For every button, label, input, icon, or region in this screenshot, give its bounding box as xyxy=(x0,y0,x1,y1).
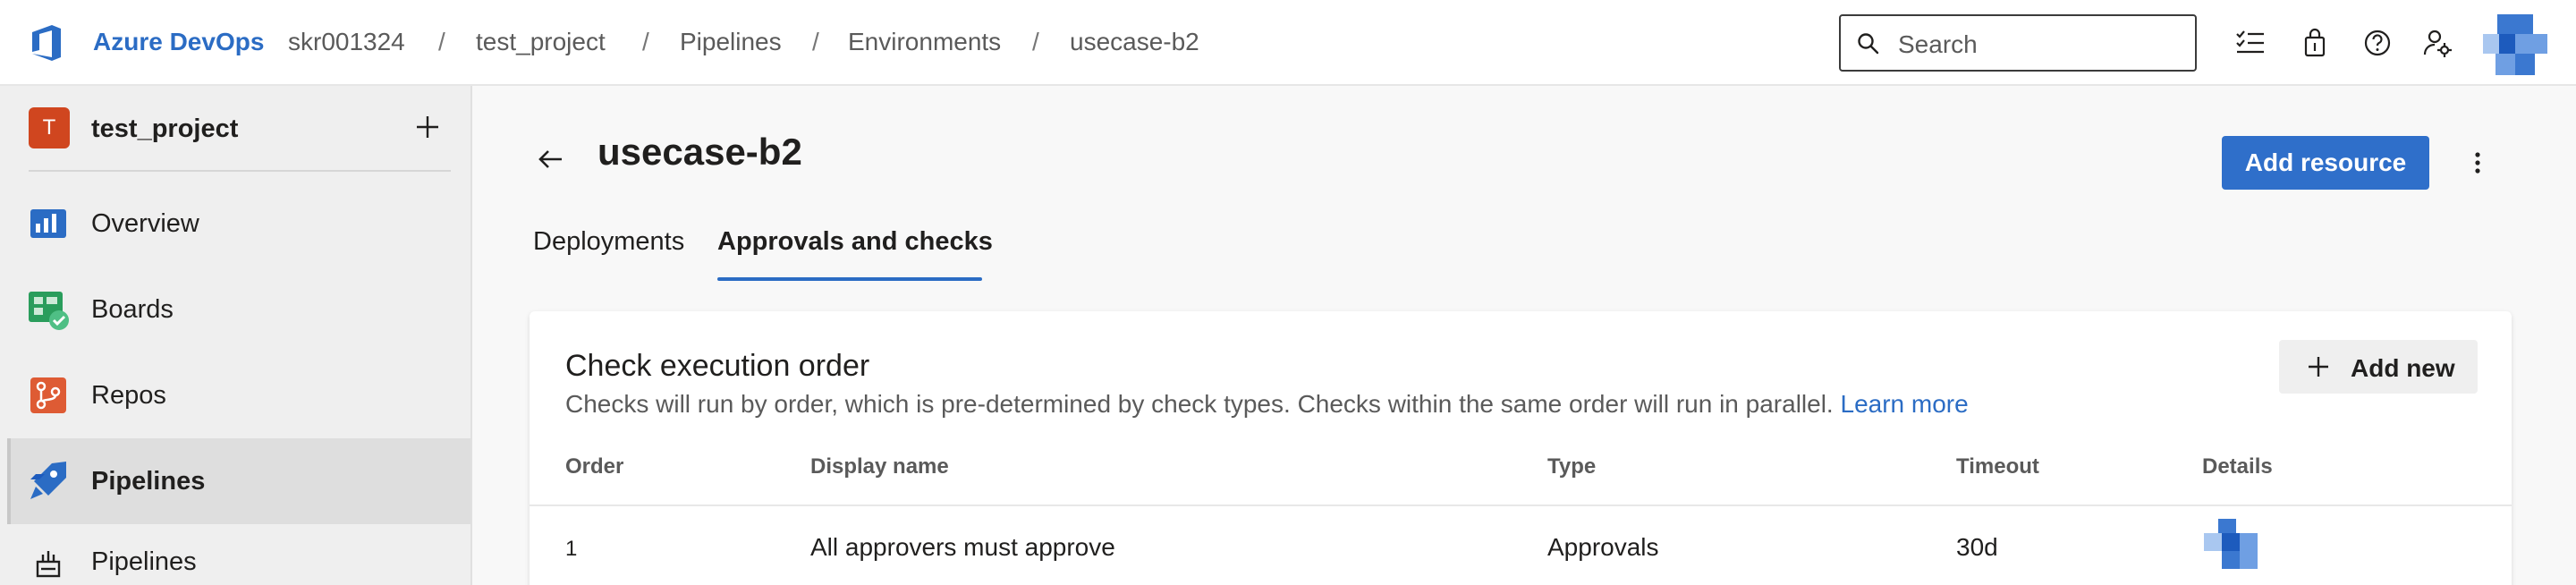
table-header-divider xyxy=(530,504,2512,506)
sidebar-item-label: Boards xyxy=(91,295,174,324)
overview-icon xyxy=(30,209,66,238)
top-bar: Azure DevOps skr001324 / test_project / … xyxy=(0,0,2576,86)
sidebar-item-label: Overview xyxy=(91,209,199,238)
add-icon[interactable] xyxy=(411,111,444,143)
details-avatar-icon[interactable] xyxy=(2204,519,2261,569)
tab-approvals-and-checks[interactable]: Approvals and checks xyxy=(717,227,993,257)
page-title: usecase-b2 xyxy=(597,131,802,173)
pipelines-sub-icon xyxy=(36,551,61,578)
add-resource-button[interactable]: Add resource xyxy=(2222,136,2429,190)
card-description: Checks will run by order, which is pre-d… xyxy=(565,390,1969,419)
breadcrumb-organization[interactable]: skr001324 xyxy=(288,28,405,56)
repos-icon xyxy=(30,377,66,413)
avatar[interactable] xyxy=(2483,14,2547,75)
sidebar-item-pipelines[interactable]: Pipelines xyxy=(7,438,470,524)
plus-icon xyxy=(2309,357,2328,377)
help-icon[interactable] xyxy=(2361,27,2394,59)
search-icon xyxy=(1858,33,1879,55)
breadcrumb-environment[interactable]: usecase-b2 xyxy=(1070,28,1199,56)
marketplace-icon[interactable] xyxy=(2299,27,2331,59)
column-header-timeout: Timeout xyxy=(1956,454,2039,479)
breadcrumb-environments[interactable]: Environments xyxy=(848,28,1001,56)
project-avatar[interactable]: T xyxy=(29,107,70,148)
boards-icon xyxy=(29,292,69,330)
cell-order: 1 xyxy=(565,537,578,561)
breadcrumb-separator: / xyxy=(812,28,819,55)
card-description-text: Checks will run by order, which is pre-d… xyxy=(565,390,1834,418)
column-header-display-name: Display name xyxy=(810,454,949,479)
learn-more-link[interactable]: Learn more xyxy=(1841,390,1969,418)
search-placeholder: Search xyxy=(1898,30,1978,58)
search-input[interactable]: Search xyxy=(1839,14,2197,72)
card-title: Check execution order xyxy=(565,349,870,383)
sidebar-item-pipelines-sub[interactable]: Pipelines xyxy=(7,524,470,585)
sidebar-item-label: Pipelines xyxy=(91,547,197,576)
sidebar-item-label: Repos xyxy=(91,381,166,410)
cell-type: Approvals xyxy=(1547,533,1659,561)
breadcrumb-separator: / xyxy=(438,28,445,55)
breadcrumb-separator: / xyxy=(1032,28,1039,55)
user-settings-icon[interactable] xyxy=(2422,27,2454,59)
cell-display-name: All approvers must approve xyxy=(810,533,1115,561)
sidebar-item-label: Pipelines xyxy=(91,467,206,496)
breadcrumb-project[interactable]: test_project xyxy=(476,28,606,56)
back-arrow-icon[interactable] xyxy=(535,143,567,175)
sidebar: T test_project Overview Boards Repos Pip… xyxy=(0,86,472,585)
add-new-button[interactable]: Add new xyxy=(2279,340,2478,394)
azure-devops-logo-icon[interactable] xyxy=(25,21,68,64)
cell-timeout: 30d xyxy=(1956,533,1998,561)
tab-deployments[interactable]: Deployments xyxy=(533,227,684,257)
sidebar-item-overview[interactable]: Overview xyxy=(7,181,470,267)
sidebar-item-boards[interactable]: Boards xyxy=(7,267,470,352)
selected-tab-indicator xyxy=(717,277,982,281)
breadcrumb-separator: / xyxy=(642,28,649,55)
brand-link[interactable]: Azure DevOps xyxy=(93,28,264,56)
column-header-type: Type xyxy=(1547,454,1597,479)
column-header-details: Details xyxy=(2202,454,2273,479)
sidebar-divider xyxy=(29,170,451,172)
sidebar-item-repos[interactable]: Repos xyxy=(7,352,470,438)
pipelines-icon xyxy=(30,462,66,499)
project-name[interactable]: test_project xyxy=(91,114,238,144)
check-execution-order-card: Check execution order Checks will run by… xyxy=(530,311,2512,585)
add-new-label: Add new xyxy=(2351,354,2455,382)
more-options-icon[interactable] xyxy=(2463,147,2492,179)
breadcrumb-pipelines[interactable]: Pipelines xyxy=(680,28,782,56)
work-items-icon[interactable] xyxy=(2234,27,2267,59)
column-header-order: Order xyxy=(565,454,624,479)
